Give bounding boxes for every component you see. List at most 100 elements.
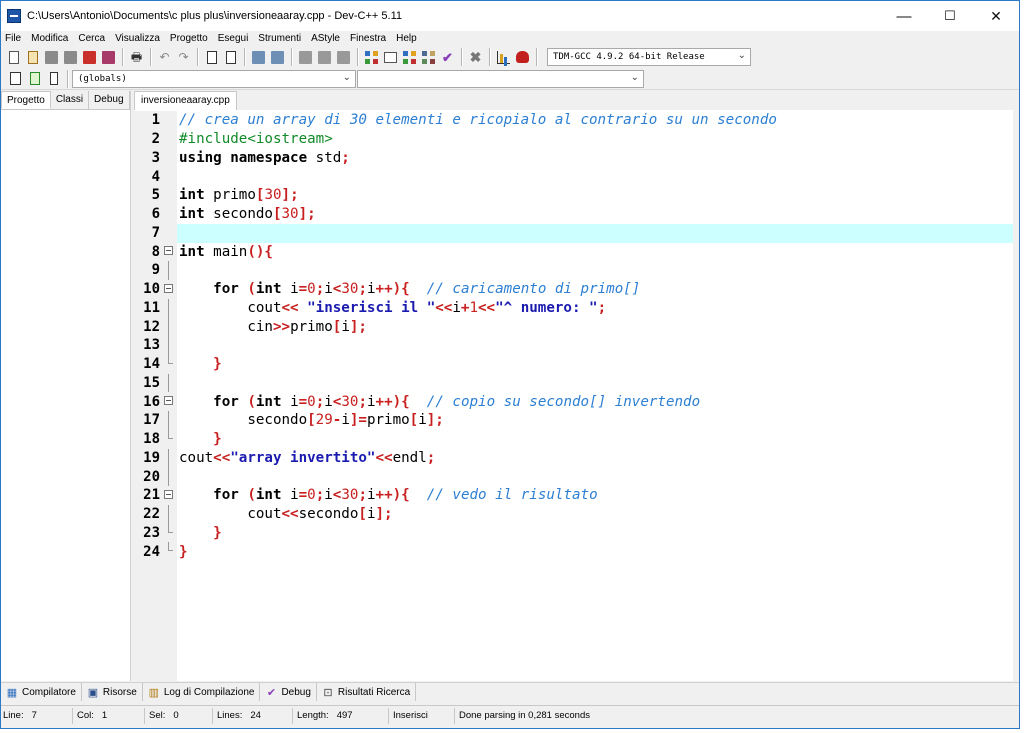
bookmark-icon[interactable] <box>269 49 286 66</box>
fold-toggle-icon[interactable] <box>160 392 177 411</box>
line-number: 21 <box>143 487 160 504</box>
menu-visualizza[interactable]: Visualizza <box>110 31 165 46</box>
goto-bookmark-icon[interactable] <box>45 70 62 87</box>
chevron-down-icon: ⌄ <box>342 71 351 83</box>
add-to-project-icon[interactable] <box>297 49 314 66</box>
minimize-button[interactable]: — <box>881 1 927 31</box>
code-token: 30 <box>264 187 282 204</box>
code-token: // crea un array di 30 elementi e ricopi… <box>179 112 777 129</box>
code-line: 20 <box>134 467 1013 486</box>
tab-progetto[interactable]: Progetto <box>1 91 51 109</box>
code-token: [ <box>409 412 419 429</box>
output-tab-log-di-compilazione[interactable]: ▥ Log di Compilazione <box>143 683 261 701</box>
tab-classi[interactable]: Classi <box>51 91 90 109</box>
line-number: 24 <box>143 543 160 560</box>
code-token: i <box>324 487 333 504</box>
code-token: } <box>179 431 222 448</box>
code-token: << <box>375 449 393 466</box>
stop-execution-icon[interactable]: ✖ <box>467 49 484 66</box>
save-all-icon[interactable] <box>62 49 79 66</box>
menu-finestra[interactable]: Finestra <box>345 31 391 46</box>
undo-icon[interactable]: ↶ <box>156 49 173 66</box>
fold-gutter <box>160 411 177 430</box>
run-icon[interactable] <box>382 49 399 66</box>
menu-file[interactable]: File <box>1 31 26 46</box>
open-file-icon[interactable] <box>24 49 41 66</box>
redo-icon[interactable]: ↷ <box>175 49 192 66</box>
menu-help[interactable]: Help <box>391 31 422 46</box>
code-token: for <box>179 393 248 410</box>
tab-inversioneaaray-cpp[interactable]: inversioneaaray.cpp <box>134 91 237 110</box>
compiler-select-value: TDM-GCC 4.9.2 64-bit Release <box>553 52 705 62</box>
code-token: i <box>324 281 333 298</box>
project-options-icon[interactable] <box>335 49 352 66</box>
line-number: 4 <box>151 168 160 185</box>
new-file-icon[interactable] <box>5 49 22 66</box>
code-text: for (int i=0;i<30;i++){ // copio su seco… <box>177 394 700 410</box>
code-token: endl <box>392 449 427 466</box>
find-icon[interactable] <box>203 49 220 66</box>
line-number: 5 <box>151 187 160 204</box>
fold-toggle-icon[interactable] <box>160 280 177 299</box>
output-tab-risorse[interactable]: ▣ Risorse <box>82 683 143 701</box>
line-number: 12 <box>143 318 160 335</box>
code-token: ++){ <box>375 281 427 298</box>
code-token: ; <box>597 299 607 316</box>
output-tabs: ▦ Compilatore ▣ Risorse ▥ Log di Compilazione… <box>1 682 1019 701</box>
line-number: 15 <box>143 374 160 391</box>
code-text: } <box>177 525 222 541</box>
fold-toggle-icon[interactable] <box>160 242 177 261</box>
close-button[interactable]: ✕ <box>973 1 1019 31</box>
project-panel-tabs: Progetto Classi Debug <box>1 91 130 110</box>
toggle-bookmark-icon[interactable] <box>26 70 43 87</box>
fold-toggle-icon[interactable] <box>160 486 177 505</box>
remove-from-project-icon[interactable] <box>316 49 333 66</box>
code-text: for (int i=0;i<30;i++){ // caricamento d… <box>177 281 640 297</box>
code-token: i <box>366 393 376 410</box>
code-line: 22 cout<<secondo[i]; <box>134 504 1013 524</box>
menu-strumenti[interactable]: Strumenti <box>253 31 306 46</box>
maximize-button[interactable]: ☐ <box>927 1 973 31</box>
status-col: Col: 1 <box>73 707 145 724</box>
save-icon[interactable] <box>43 49 60 66</box>
project-panel: Progetto Classi Debug <box>1 91 131 681</box>
code-token: for <box>179 281 248 298</box>
print-icon[interactable]: 🖶 <box>128 49 145 66</box>
close-file-icon[interactable] <box>81 49 98 66</box>
output-tab-label: Debug <box>281 686 311 698</box>
debug-icon[interactable] <box>514 49 531 66</box>
code-text: } <box>177 431 222 447</box>
globals-combo[interactable]: (globals) ⌄ <box>72 69 356 88</box>
compile-icon[interactable] <box>363 49 380 66</box>
rebuild-all-icon[interactable] <box>420 49 437 66</box>
output-tab-compilatore[interactable]: ▦ Compilatore <box>1 683 82 701</box>
menu-cerca[interactable]: Cerca <box>73 31 110 46</box>
output-tab-debug[interactable]: ✔ Debug <box>260 683 317 701</box>
fold-gutter <box>160 354 177 374</box>
editor-tabs: inversioneaaray.cpp <box>134 91 1013 110</box>
code-token: // copio su secondo[] invertendo <box>426 393 701 410</box>
menu-astyle[interactable]: AStyle <box>306 31 345 46</box>
code-token: 29 <box>315 412 333 429</box>
code-editor[interactable]: 1 // crea un array di 30 elementi e ricop… <box>134 111 1013 681</box>
compile-run-icon[interactable] <box>401 49 418 66</box>
code-token: } <box>179 356 222 373</box>
code-token: primo <box>213 187 256 204</box>
menu-progetto[interactable]: Progetto <box>165 31 213 46</box>
goto-line-icon[interactable] <box>250 49 267 66</box>
function-combo[interactable]: ⌄ <box>357 69 644 88</box>
compiler-select[interactable]: TDM-GCC 4.9.2 64-bit Release ⌄ <box>547 48 751 66</box>
output-tab-risultati-ricerca[interactable]: ⊡ Risultati Ricerca <box>317 683 417 701</box>
profile-icon[interactable] <box>495 49 512 66</box>
menu-esegui[interactable]: Esegui <box>213 31 254 46</box>
chevron-down-icon: ⌄ <box>737 50 746 61</box>
menu-modifica[interactable]: Modifica <box>26 31 73 46</box>
code-token: "inserisci il " <box>307 299 436 316</box>
tab-debug[interactable]: Debug <box>89 91 130 109</box>
code-token: << <box>477 299 496 316</box>
replace-icon[interactable] <box>222 49 239 66</box>
code-token: int <box>255 393 291 410</box>
close-all-icon[interactable] <box>100 49 117 66</box>
insert-icon[interactable] <box>7 70 24 87</box>
syntax-check-icon[interactable]: ✔ <box>439 49 456 66</box>
